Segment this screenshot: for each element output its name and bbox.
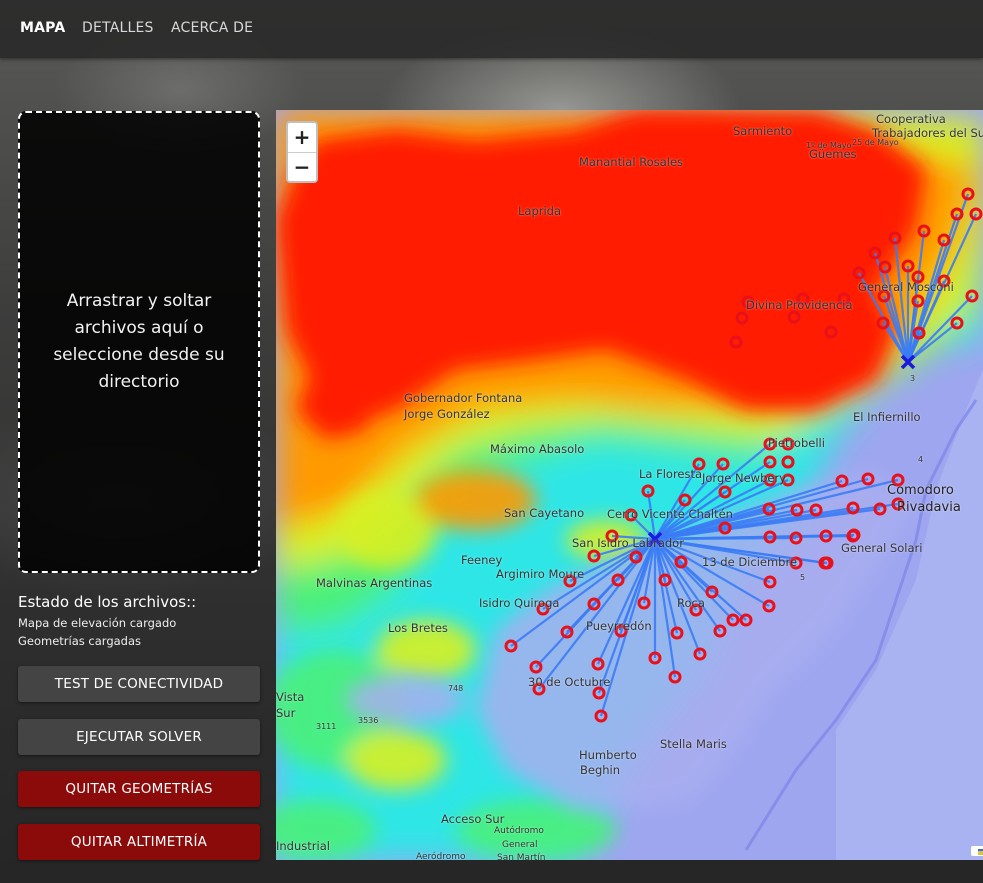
- place-label: Rivadavia: [897, 500, 961, 515]
- place-label: 1º de Mayo: [806, 141, 852, 150]
- place-label: Comodoro: [887, 483, 954, 498]
- place-label: La Floresta: [639, 467, 703, 481]
- place-label: Aeródromo: [416, 852, 466, 860]
- remove-geometries-button[interactable]: QUITAR GEOMETRÍAS: [18, 771, 260, 807]
- place-label: General Mosconi: [858, 280, 954, 294]
- place-label: San Martín: [497, 853, 546, 860]
- nav-tab-mapa[interactable]: MAPA: [20, 20, 65, 36]
- connectivity-test-button[interactable]: TEST DE CONECTIVIDAD: [18, 666, 260, 702]
- road-number-label: 3111: [316, 722, 337, 731]
- place-label: Vista: [276, 690, 305, 704]
- road-number-label: 3: [910, 374, 916, 383]
- place-label: Acceso Sur: [441, 812, 505, 826]
- nav-tab-detalles[interactable]: DETALLES: [82, 20, 154, 36]
- place-label: Pueyrredón: [586, 619, 652, 633]
- place-label: Los Bretes: [388, 621, 448, 635]
- place-label: San Cayetano: [504, 506, 585, 520]
- map-panel[interactable]: Sarmiento Cooperativa Trabajadores del Sur…: [276, 110, 983, 860]
- place-label: Pietrobelli: [768, 436, 825, 450]
- place-label: Argimiro Moure: [496, 567, 585, 581]
- top-navbar: MAPA DETALLES ACERCA DE: [0, 0, 983, 58]
- place-label: Isidro Quiroga: [479, 596, 560, 610]
- place-label: 25 de Mayo: [852, 138, 899, 147]
- place-label: Divina Providencia: [746, 298, 853, 312]
- place-label: Roca: [677, 596, 705, 610]
- place-label: General: [502, 840, 538, 850]
- place-label: Malvinas Argentinas: [316, 576, 433, 590]
- place-label: Sur: [276, 706, 296, 720]
- attribution-flag-icon: [971, 846, 983, 856]
- place-label: Cooperativa: [876, 112, 946, 126]
- place-label: San Isidro Labrador: [572, 536, 684, 550]
- remove-altimetry-button[interactable]: QUITAR ALTIMETRÍA: [18, 824, 260, 860]
- place-label: Feeney: [461, 553, 503, 567]
- place-label: Laprida: [518, 204, 562, 218]
- place-label: Stella Maris: [660, 737, 727, 751]
- file-status-title: Estado de los archivos::: [18, 593, 197, 611]
- place-label: 13 de Diciembre: [702, 555, 798, 569]
- place-label: El Infiernillo: [853, 410, 921, 424]
- place-label: Gobernador Fontana: [404, 391, 523, 405]
- place-label: Autódromo: [494, 826, 544, 836]
- place-label: Jorge Newbery: [702, 471, 786, 485]
- place-label: Beghin: [580, 763, 621, 777]
- road-number-label: 748: [448, 684, 464, 693]
- place-label: Humberto: [579, 748, 637, 762]
- place-label: Máximo Abasolo: [490, 442, 585, 456]
- place-label: General Solari: [841, 541, 923, 555]
- run-solver-button[interactable]: EJECUTAR SOLVER: [18, 719, 260, 755]
- dropzone-instructions: Arrastrar y soltar archivos aquí o selec…: [53, 291, 225, 392]
- nav-tab-acerca-de[interactable]: ACERCA DE: [171, 20, 253, 36]
- road-number-label: 4: [918, 455, 924, 464]
- place-label: Sarmiento: [733, 124, 793, 138]
- file-dropzone[interactable]: Arrastrar y soltar archivos aquí o selec…: [18, 111, 260, 573]
- zoom-out-button[interactable]: −: [288, 153, 316, 182]
- place-label: Manantial Rosales: [579, 155, 684, 169]
- place-label: 30 de Octubre: [528, 675, 611, 689]
- place-label: Cerro Vicente Chaltén: [607, 507, 733, 521]
- road-number-label: 3536: [358, 716, 379, 725]
- file-status-geometries: Geometrías cargadas: [18, 634, 142, 648]
- zoom-in-button[interactable]: +: [288, 123, 316, 153]
- place-label: Jorge González: [404, 407, 490, 421]
- zoom-control: + −: [286, 121, 318, 183]
- file-status-elevation: Mapa de elevación cargado: [18, 616, 177, 630]
- place-label: Industrial: [276, 839, 330, 853]
- road-number-label: 5: [800, 573, 806, 582]
